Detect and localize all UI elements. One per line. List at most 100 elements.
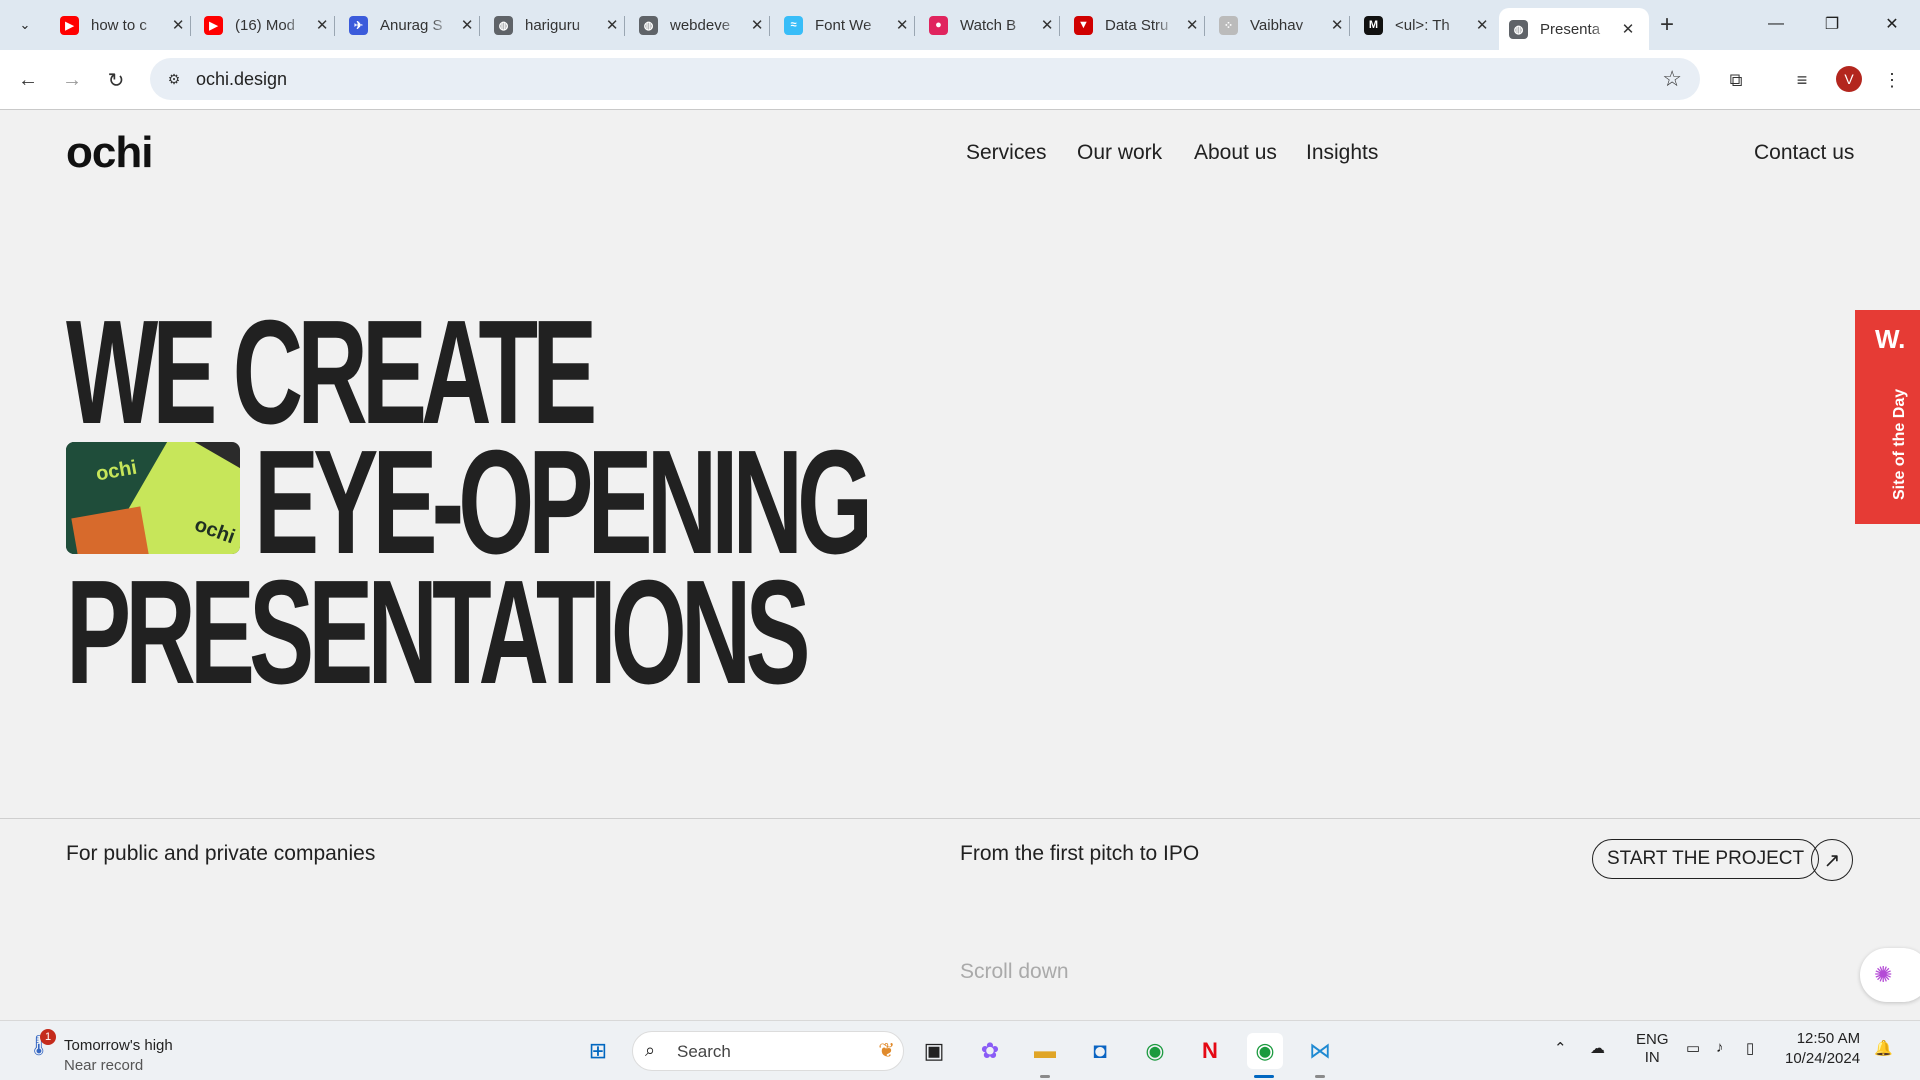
site-info-icon[interactable]: ⚙ [162, 67, 186, 91]
tab-close-icon[interactable]: ✕ [1182, 15, 1202, 35]
profile-avatar[interactable]: V [1836, 66, 1862, 92]
globe-icon: ◍ [1509, 19, 1528, 39]
notification-bell-icon[interactable]: 🔔 [1874, 1039, 1893, 1057]
url-text[interactable]: ochi.design [196, 69, 287, 90]
tab-0[interactable]: ▶ how to c ✕ [50, 8, 188, 42]
system-clock[interactable]: 12:50 AM 10/24/2024 [1785, 1029, 1860, 1069]
address-bar[interactable]: ⚙ ochi.design ☆ [150, 58, 1700, 100]
tab-close-icon[interactable]: ✕ [168, 15, 188, 35]
globe-icon: ◍ [639, 15, 658, 35]
outlook-icon[interactable]: ◘ [1082, 1033, 1118, 1069]
tab-close-icon[interactable]: ✕ [602, 15, 622, 35]
tab-separator [769, 16, 770, 36]
weather-line-1: Tomorrow's high [64, 1037, 173, 1054]
volume-icon[interactable]: ♪ [1716, 1039, 1724, 1056]
tab-close-icon[interactable]: ✕ [312, 15, 332, 35]
hero-line-3: PRESENTATIONS [66, 550, 811, 715]
tab-3[interactable]: ◍ hariguru ✕ [484, 8, 622, 42]
menu-kebab-icon[interactable]: ⋮ [1876, 64, 1908, 96]
vscode-icon[interactable]: ⋈ [1302, 1033, 1338, 1069]
chrome-profile-icon[interactable]: ◉ [1247, 1033, 1283, 1069]
weather-badge: 1 [40, 1029, 56, 1045]
tab-label: webdeve [670, 16, 731, 34]
tab-separator [1349, 16, 1350, 36]
tab-label: Font We [815, 16, 872, 34]
taskbar-search[interactable]: ⌕ Search ❦ [632, 1031, 904, 1071]
netflix-icon[interactable]: N [1192, 1033, 1228, 1069]
restore-icon[interactable]: ❐ [1804, 0, 1860, 48]
tab-2[interactable]: ✈ Anurag S ✕ [339, 8, 477, 42]
dots-icon: ⁘ [1219, 15, 1238, 35]
ochi-logo[interactable]: ochi [66, 128, 153, 178]
nav-insights[interactable]: Insights [1306, 141, 1378, 165]
globe-icon: ◍ [494, 15, 513, 35]
nav-about-us[interactable]: About us [1194, 141, 1277, 165]
tab-strip: ⌄ ▶ how to c ✕ ▶ (16) Mod ✕ ✈ Anurag S ✕ ◍ harigur… [0, 0, 1920, 50]
mdn-icon: M [1364, 15, 1383, 35]
tab-separator [624, 16, 625, 36]
reload-icon[interactable]: ↻ [98, 62, 134, 98]
file-explorer-icon[interactable]: ▬ [1027, 1033, 1063, 1069]
tab-4[interactable]: ◍ webdeve ✕ [629, 8, 767, 42]
webpage: ochi Services Our work About us Insights… [0, 110, 1920, 1020]
minimize-icon[interactable]: — [1748, 0, 1804, 48]
site-of-the-day-label: Site of the Day [1891, 388, 1908, 500]
tray-chevron-up-icon[interactable]: ⌃ [1554, 1039, 1567, 1057]
tab-close-icon[interactable]: ✕ [457, 15, 477, 35]
tab-close-icon[interactable]: ✕ [1618, 19, 1638, 39]
tab-5[interactable]: ≈ Font We ✕ [774, 8, 912, 42]
task-view-icon[interactable]: ▣ [916, 1033, 952, 1069]
tab-search-chevron-icon[interactable]: ⌄ [10, 10, 40, 40]
tab-8[interactable]: ⁘ Vaibhav ✕ [1209, 8, 1347, 42]
app-active-indicator [1254, 1075, 1274, 1078]
nav-our-work[interactable]: Our work [1077, 141, 1162, 165]
tab-9[interactable]: M <ul>: Th ✕ [1354, 8, 1492, 42]
start-project-button[interactable]: START THE PROJECT [1592, 839, 1820, 879]
subtext-pitch: From the first pitch to IPO [960, 842, 1200, 865]
tab-label: how to c [91, 16, 147, 34]
nav-contact-us[interactable]: Contact us [1754, 141, 1854, 165]
tab-close-icon[interactable]: ✕ [1472, 15, 1492, 35]
tab-close-icon[interactable]: ✕ [747, 15, 767, 35]
tab-close-icon[interactable]: ✕ [1037, 15, 1057, 35]
tab-separator [334, 16, 335, 36]
hero-line-2: EYE-OPENING [254, 420, 873, 585]
windows-taskbar: 🌡 1 Tomorrow's high Near record ⊞ ⌕ Sear… [0, 1020, 1920, 1080]
tailwind-icon: ≈ [784, 15, 803, 35]
new-tab-button[interactable]: + [1652, 10, 1682, 40]
copilot-icon[interactable]: ✿ [972, 1033, 1008, 1069]
video-icon: ● [929, 15, 948, 35]
arrow-up-right-icon[interactable]: ↗ [1811, 839, 1853, 881]
tab-7[interactable]: ▼ Data Stru ✕ [1064, 8, 1202, 42]
awwwards-logo: W. [1875, 324, 1906, 354]
battery-icon[interactable]: ▯ [1746, 1039, 1754, 1057]
extensions-icon[interactable]: ⧉ [1720, 64, 1752, 96]
tab-6[interactable]: ● Watch B ✕ [919, 8, 1057, 42]
media-control-icon[interactable]: ≡ [1786, 64, 1818, 96]
tab-close-icon[interactable]: ✕ [892, 15, 912, 35]
onedrive-cloud-icon[interactable]: ☁ [1590, 1039, 1605, 1057]
app-running-indicator-2 [1315, 1075, 1325, 1078]
network-icon[interactable]: ▭ [1686, 1039, 1700, 1057]
search-highlight-icon: ❦ [878, 1040, 895, 1062]
browser-toolbar: ← → ↻ ⚙ ochi.design ☆ ⧉ ≡ ⋮ [0, 50, 1920, 110]
close-window-icon[interactable]: ✕ [1864, 0, 1920, 48]
clock-time: 12:50 AM [1796, 1030, 1861, 1047]
hero-thumbnail-image: ochi ochi [66, 442, 240, 554]
tab-label: Watch B [960, 16, 1017, 34]
ai-assistant-icon[interactable]: ✺ [1860, 948, 1920, 1002]
windows-start-icon[interactable]: ⊞ [580, 1033, 616, 1069]
chrome-icon[interactable]: ◉ [1137, 1033, 1173, 1069]
bookmark-star-icon[interactable]: ☆ [1662, 66, 1682, 92]
language-indicator[interactable]: ENG IN [1636, 1031, 1669, 1067]
back-icon[interactable]: ← [10, 62, 46, 98]
site-of-the-day-badge[interactable]: W. Site of the Day [1855, 310, 1920, 524]
weather-line-2: Near record [64, 1057, 144, 1074]
nav-services[interactable]: Services [966, 141, 1047, 165]
tab-10[interactable]: ◍ Presenta ✕ [1499, 8, 1649, 50]
triangle-icon: ▼ [1074, 15, 1093, 35]
forward-icon[interactable]: → [54, 62, 90, 98]
tab-close-icon[interactable]: ✕ [1327, 15, 1347, 35]
tab-label: (16) Mod [235, 16, 296, 34]
tab-1[interactable]: ▶ (16) Mod ✕ [194, 8, 332, 42]
